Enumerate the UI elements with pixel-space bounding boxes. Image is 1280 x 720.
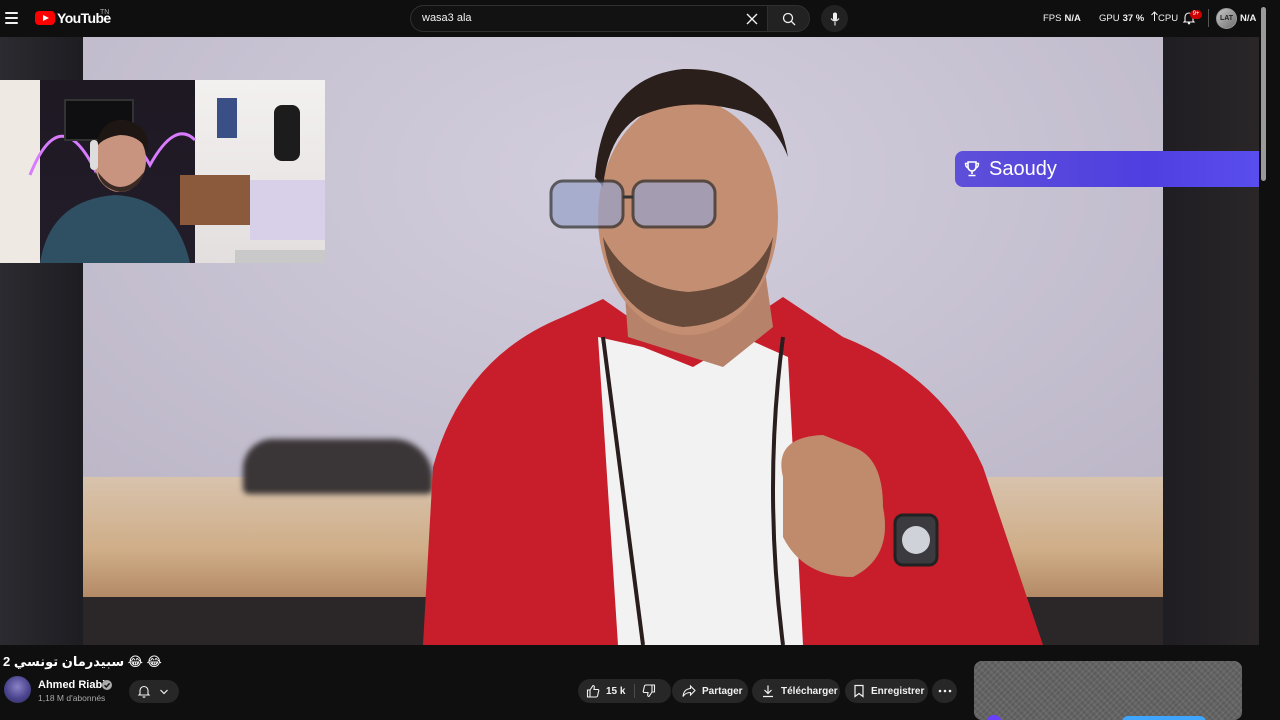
download-button[interactable]: Télécharger [752,679,840,703]
channel-avatar[interactable] [4,676,31,703]
subscribed-notifications-button[interactable] [129,680,179,703]
more-horizontal-icon [938,689,951,693]
video-title: سبيدرمان تونسي 2 😂 😂 [3,654,162,669]
search-icon [782,12,795,25]
like-divider [634,684,635,698]
thumbs-up-icon [586,684,600,698]
scrollbar-thumb[interactable] [1261,7,1266,181]
clear-search-icon[interactable] [745,12,759,26]
gpu-stat: GPU 37 % [1099,13,1145,24]
download-label: Télécharger [781,685,838,697]
microphone-icon [830,12,839,25]
more-actions-button[interactable] [932,679,957,703]
search-value: wasa3 ala [422,12,472,24]
voice-search-button[interactable] [821,5,848,32]
chevron-down-icon [160,689,168,695]
cpu-stat: CPU [1158,13,1179,24]
video-player[interactable]: Saoudy 2 [0,37,1272,645]
download-icon [763,685,773,698]
trophy-icon [964,161,980,177]
like-count: 15 k [606,685,626,697]
channel-name[interactable]: Ahmed Riabi [38,679,105,691]
ad-card-thumbnail [974,661,1242,720]
fps-stat: FPS N/A [1043,13,1081,24]
upload-icon [1151,11,1158,22]
like-dislike-group: 15 k [578,679,671,703]
webcam-overlay [0,80,325,263]
thumbs-down-icon [642,684,656,698]
save-label: Enregistrer [871,685,925,697]
menu-icon[interactable] [5,12,18,24]
share-label: Partager [702,685,743,697]
share-icon [682,684,696,697]
lat-stat: N/A [1240,13,1257,24]
notification-count-badge: 9+ [1190,10,1202,19]
masthead: YouTube TN wasa3 ala FPS N/A GPU 37 % CPU … [0,0,1280,37]
ad-card-cta-button[interactable] [1122,716,1206,720]
donation-alert: Saoudy 2 [955,151,1272,187]
subscriber-count: 1,18 M d'abonnés [38,693,106,703]
play-logo-icon [35,11,55,25]
search-button[interactable] [767,5,810,32]
bookmark-icon [854,684,864,698]
bell-icon [137,685,151,698]
account-avatar[interactable]: LAT [1216,8,1237,29]
like-button[interactable]: 15 k [586,684,625,698]
region-code: TN [100,9,110,16]
search-input[interactable]: wasa3 ala [410,5,767,32]
verified-badge-icon [102,680,112,690]
dislike-button[interactable] [642,684,656,698]
share-button[interactable]: Partager [672,679,748,703]
alert-username: Saoudy [989,157,1057,180]
save-button[interactable]: Enregistrer [845,679,928,703]
divider [1208,9,1209,27]
webcam-streamer-figure [28,98,325,263]
ad-card[interactable] [974,661,1242,720]
